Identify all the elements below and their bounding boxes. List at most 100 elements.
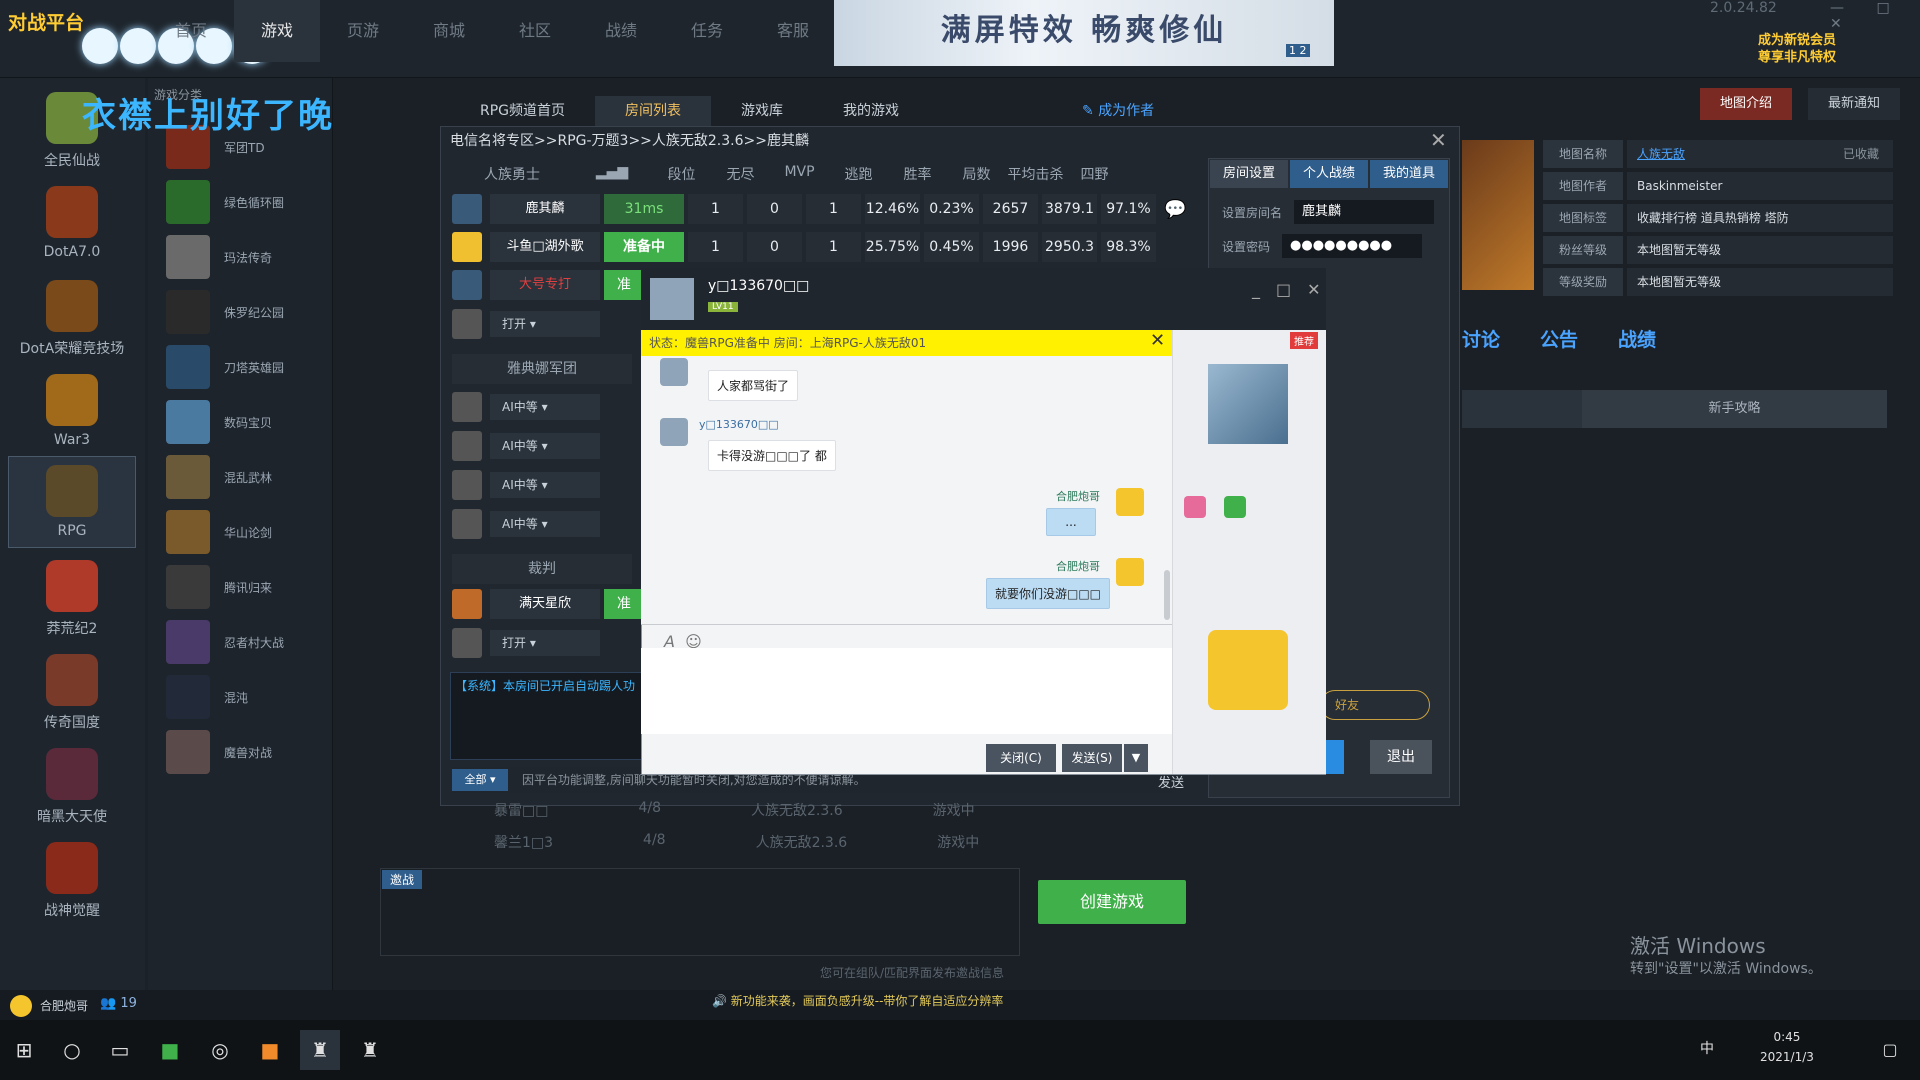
game-item-mhj2[interactable]: 莽荒纪2 [8,560,136,638]
app-icon[interactable]: ♜ [350,1030,390,1070]
player-row[interactable]: 斗鱼□湖外歌 准备中 1 0 1 25.75% 0.45% 1996 2950.3 98.3% [452,230,1156,264]
tab-discussion[interactable]: 讨论 [1462,325,1500,352]
nav-records[interactable]: 战绩 [578,0,664,62]
password-input[interactable]: ●●●●●●●●● [1282,234,1423,258]
tab-rpg-home[interactable]: RPG频道首页 [450,96,595,126]
nav-games[interactable]: 游戏 [234,0,320,62]
category-item[interactable]: 混乱武林 [166,455,272,499]
invite-tab[interactable]: 邀战 [382,870,423,889]
add-friend-button[interactable]: 好友 [1320,690,1430,720]
tab-announcement[interactable]: 公告 [1540,325,1578,352]
clock[interactable]: 0:45 2021/1/3 [1760,1027,1814,1067]
ai-dropdown[interactable]: AI中等 ▾ [490,433,600,459]
banner-pager[interactable]: 1 2 [1286,44,1310,57]
chat-input[interactable] [641,648,1172,734]
room-list-row[interactable]: 馨兰1□3 4/8 人族无敌2.3.6 游戏中 [494,832,1069,852]
game-item-war3[interactable]: War3 [8,374,136,448]
bottom-notice[interactable]: 🔊 新功能来袭，画面负感升级--带你了解自适应分辨率 [712,992,1003,1009]
map-name-link[interactable]: 人族无敌 [1637,147,1685,161]
map-intro-button[interactable]: 地图介绍 [1700,88,1792,120]
category-item[interactable]: 数码宝贝 [166,400,272,444]
category-item[interactable]: 魔兽对战 [166,730,272,774]
vip-promo[interactable]: 成为新锐会员 尊享非凡特权 [1758,32,1836,66]
game-item-ahdts[interactable]: 暗黑大天使 [8,748,136,826]
category-item[interactable]: 绿色循环圈 [166,180,284,224]
chevron-down-icon[interactable]: ▼ [1124,744,1148,772]
ad-banner[interactable]: 满屏特效 畅爽修仙 [834,0,1334,66]
judge-row[interactable]: 满天星欣 准 [452,587,644,621]
nav-community[interactable]: 社区 [492,0,578,62]
tab-personal-record[interactable]: 个人战绩 [1290,160,1368,188]
ai-slot-row[interactable]: AI中等 ▾ [452,468,600,502]
windows-start-icon[interactable]: ⊞ [4,1030,44,1070]
ai-slot-row[interactable]: AI中等 ▾ [452,429,600,463]
room-name-input[interactable]: 鹿其麟 [1294,200,1435,224]
player-row[interactable]: 鹿其麟 31ms 1 0 1 12.46% 0.23% 2657 3879.1 97.1% 💬 [452,192,1186,226]
nav-tasks[interactable]: 任务 [664,0,750,62]
category-item[interactable]: 玛法传奇 [166,235,272,279]
game-icon[interactable] [1184,496,1206,518]
ime-indicator[interactable]: 中 [1700,1038,1714,1058]
tab-room-settings[interactable]: 房间设置 [1210,160,1288,188]
send-file-icon[interactable] [1224,496,1246,518]
be-author-link[interactable]: ✎ 成为作者 [1082,100,1154,120]
judge-open-row[interactable]: 打开 ▾ [452,626,600,660]
slot-dropdown[interactable]: 打开 ▾ [490,311,600,337]
game-item-cqgd[interactable]: 传奇国度 [8,654,136,732]
friends-count[interactable]: 👥 19 [100,996,137,1011]
tab-game-library[interactable]: 游戏库 [711,96,813,126]
game-item-dota-arena[interactable]: DotA荣耀竞技场 [8,280,136,358]
close-icon[interactable]: ✕ [1430,128,1447,152]
game-item-dota7[interactable]: DotA7.0 [8,186,136,260]
app-icon[interactable]: ◎ [200,1030,240,1070]
close-icon[interactable]: ✕ [1150,330,1165,351]
room-list-row[interactable]: 暴雷□□ 4/8 人族无敌2.3.6 游戏中 [494,800,1065,820]
category-item[interactable]: 刀塔英雄园 [166,345,284,389]
category-item[interactable]: 忍者村大战 [166,620,284,664]
window-controls[interactable]: — □ ✕ [1830,0,1920,32]
search-icon[interactable]: ○ [52,1030,92,1070]
map-tags[interactable]: 收藏排行榜 道具热销榜 塔防 [1627,204,1893,232]
category-item[interactable]: 混沌 [166,675,248,719]
tab-my-items[interactable]: 我的道具 [1370,160,1448,188]
avatar[interactable] [650,278,694,320]
chat-send-button[interactable]: 发送(S) [1062,744,1122,772]
ai-slot-row[interactable]: AI中等 ▾ [452,390,600,424]
tab-my-games[interactable]: 我的游戏 [813,96,929,126]
ai-dropdown[interactable]: AI中等 ▾ [490,394,600,420]
ai-dropdown[interactable]: AI中等 ▾ [490,472,600,498]
player-row[interactable]: 大号专打 准 [452,268,644,302]
app-icon[interactable]: ♜ [300,1030,340,1070]
exit-button[interactable]: 退出 [1370,740,1432,774]
game-item-zsjx[interactable]: 战神觉醒 [8,842,136,920]
chat-scrollbar[interactable] [1164,570,1170,620]
tab-room-list[interactable]: 房间列表 [595,96,712,126]
collected-badge[interactable]: 已收藏 [1843,140,1879,168]
notification-icon[interactable]: ▢ [1870,1030,1910,1070]
nav-home[interactable]: 首页 [148,0,234,62]
category-item[interactable]: 华山论剑 [166,510,272,554]
newbie-guide-button[interactable]: 新手攻略 [1582,390,1887,428]
avatar[interactable] [10,995,32,1017]
chat-window-controls[interactable]: _□✕ [1252,280,1337,299]
chat-close-button[interactable]: 关闭(C) [986,744,1056,772]
latest-notice-button[interactable]: 最新通知 [1808,88,1900,120]
nav-mall[interactable]: 商城 [406,0,492,62]
slot-dropdown[interactable]: 打开 ▾ [490,630,600,656]
app-icon[interactable]: ■ [150,1030,190,1070]
channel-select[interactable]: 全部 ▾ [452,769,508,791]
ai-dropdown[interactable]: AI中等 ▾ [490,511,600,537]
task-view-icon[interactable]: ▭ [100,1030,140,1070]
category-item[interactable]: 腾讯归来 [166,565,272,609]
category-item[interactable]: 侏罗纪公园 [166,290,284,334]
settings-tabs: 房间设置 个人战绩 我的道具 [1210,160,1450,188]
create-game-button[interactable]: 创建游戏 [1038,880,1186,924]
app-icon[interactable]: ■ [250,1030,290,1070]
nav-service[interactable]: 客服 [750,0,836,62]
game-item-rpg[interactable]: RPG [8,456,136,548]
nav-webgames[interactable]: 页游 [320,0,406,62]
open-slot-row[interactable]: 打开 ▾ [452,307,600,341]
tab-records[interactable]: 战绩 [1618,325,1656,352]
ai-slot-row[interactable]: AI中等 ▾ [452,507,600,541]
chat-icon[interactable]: 💬 [1164,199,1186,220]
